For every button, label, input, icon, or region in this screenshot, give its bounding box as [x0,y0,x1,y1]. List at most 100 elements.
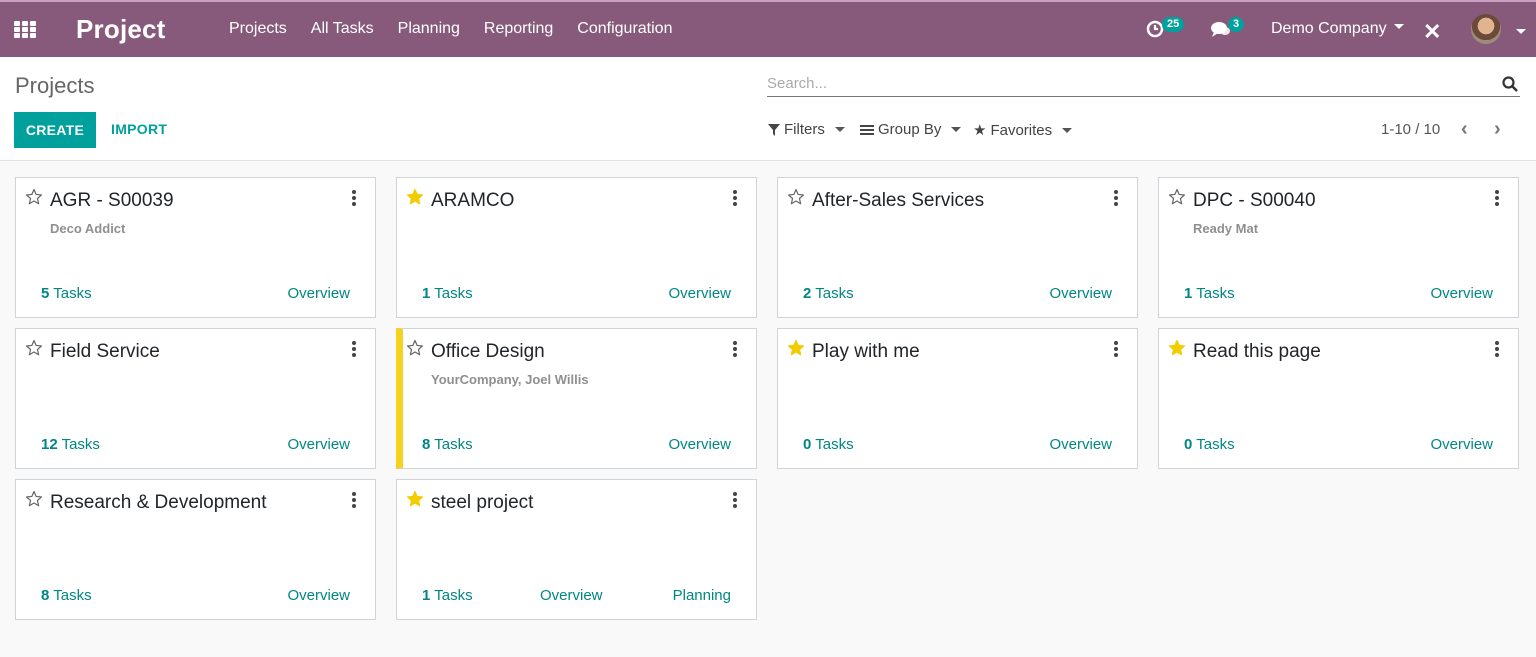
menu-configuration[interactable]: Configuration [577,20,672,38]
project-title: After-Sales Services [812,190,985,211]
activity-count-badge: 25 [1162,17,1185,32]
company-name: Demo Company [1271,20,1387,37]
chevron-down-icon[interactable] [1516,29,1526,34]
favorite-star-icon[interactable] [787,188,805,206]
tasks-link[interactable]: 2 Tasks [803,285,854,302]
tasks-label: Tasks [61,436,100,453]
message-count-badge: 3 [1228,17,1245,32]
favorite-star-icon[interactable] [25,490,43,508]
tasks-label: Tasks [815,436,854,453]
pager-previous-icon[interactable]: ‹ [1461,118,1468,141]
tasks-count: 5 [41,285,50,302]
tasks-label: Tasks [53,285,92,302]
tasks-label: Tasks [434,285,473,302]
overview-link[interactable]: Overview [1049,285,1112,302]
favorite-star-icon[interactable] [1168,339,1186,357]
breadcrumb: Projects [15,73,95,98]
menu-projects[interactable]: Projects [229,20,287,38]
groupby-dropdown[interactable]: Group By [860,121,962,138]
avatar[interactable] [1471,14,1501,44]
overview-link[interactable]: Overview [1049,436,1112,453]
card-menu-icon[interactable] [1113,190,1119,206]
search-icon[interactable] [1502,76,1518,92]
overview-link[interactable]: Overview [668,285,731,302]
tasks-link[interactable]: 8 Tasks [41,587,92,604]
overview-link[interactable]: Overview [540,587,603,604]
project-card[interactable]: Field Service 12 Tasks Overview [15,328,376,469]
overview-link[interactable]: Overview [287,587,350,604]
planning-link[interactable]: Planning [673,587,731,604]
project-card[interactable]: Read this page 0 Tasks Overview [1158,328,1519,469]
project-customer: YourCompany, Joel Willis [431,372,589,387]
tasks-link[interactable]: 0 Tasks [1184,436,1235,453]
card-menu-icon[interactable] [1113,341,1119,357]
pager-next-icon[interactable]: › [1494,118,1501,141]
project-title: Play with me [812,341,920,362]
groupby-label: Group By [878,121,942,138]
favorites-label: Favorites [990,121,1053,139]
project-card[interactable]: Play with me 0 Tasks Overview [777,328,1138,469]
card-menu-icon[interactable] [1494,190,1500,206]
project-card[interactable]: steel project 1 Tasks Overview Planning [396,479,757,620]
overview-link[interactable]: Overview [287,436,350,453]
filter-icon [768,123,780,136]
app-title[interactable]: Project [76,14,166,45]
project-card[interactable]: DPC - S00040 Ready Mat 1 Tasks Overview [1158,177,1519,318]
card-menu-icon[interactable] [351,341,357,357]
card-menu-icon[interactable] [351,190,357,206]
card-menu-icon[interactable] [1494,341,1500,357]
card-menu-icon[interactable] [732,492,738,508]
project-title: AGR - S00039 [50,190,174,211]
tasks-link[interactable]: 1 Tasks [1184,285,1235,302]
favorite-star-icon[interactable] [787,339,805,357]
project-title: Office Design [431,341,545,362]
menu-planning[interactable]: Planning [398,20,460,38]
menu-reporting[interactable]: Reporting [484,20,553,38]
tasks-label: Tasks [1196,285,1235,302]
import-button[interactable]: IMPORT [111,121,167,137]
tasks-count: 0 [1184,436,1193,453]
overview-link[interactable]: Overview [1430,436,1493,453]
filters-dropdown[interactable]: Filters [768,121,845,138]
tasks-link[interactable]: 0 Tasks [803,436,854,453]
create-button[interactable]: CREATE [14,112,96,148]
project-title: DPC - S00040 [1193,190,1316,211]
project-card[interactable]: Office Design YourCompany, Joel Willis 8 T… [396,328,757,469]
favorite-star-icon[interactable] [25,339,43,357]
overview-link[interactable]: Overview [287,285,350,302]
favorite-star-icon[interactable] [406,490,424,508]
overview-link[interactable]: Overview [1430,285,1493,302]
card-menu-icon[interactable] [732,341,738,357]
card-menu-icon[interactable] [351,492,357,508]
favorite-star-icon[interactable] [406,188,424,206]
overview-link[interactable]: Overview [668,436,731,453]
debug-tools-icon[interactable]: ✕ [1423,19,1441,45]
tasks-link[interactable]: 5 Tasks [41,285,92,302]
tasks-link[interactable]: 12 Tasks [41,436,100,453]
company-switcher[interactable]: Demo Company [1271,20,1404,38]
pager-value[interactable]: 1-10 / 10 [1381,121,1440,138]
tasks-count: 1 [1184,285,1193,302]
apps-menu-icon[interactable] [14,21,36,39]
project-card[interactable]: ARAMCO 1 Tasks Overview [396,177,757,318]
tasks-link[interactable]: 8 Tasks [422,436,473,453]
project-card[interactable]: Research & Development 8 Tasks Overview [15,479,376,620]
star-icon: ★ [973,122,987,139]
favorites-dropdown[interactable]: ★ Favorites [973,121,1073,139]
tasks-count: 1 [422,587,431,604]
project-title: ARAMCO [431,190,515,211]
project-customer: Ready Mat [1193,221,1259,236]
tasks-link[interactable]: 1 Tasks [422,285,473,302]
menu-all-tasks[interactable]: All Tasks [311,20,374,38]
card-menu-icon[interactable] [732,190,738,206]
project-card[interactable]: After-Sales Services 2 Tasks Overview [777,177,1138,318]
filters-label: Filters [784,121,825,138]
favorite-star-icon[interactable] [406,339,424,357]
search-input[interactable] [767,71,1520,97]
control-panel: Projects CREATE IMPORT Filters Group By … [0,57,1536,161]
top-navbar: Project Projects All Tasks Planning Repo… [0,0,1536,57]
favorite-star-icon[interactable] [1168,188,1186,206]
project-card[interactable]: AGR - S00039 Deco Addict 5 Tasks Overview [15,177,376,318]
favorite-star-icon[interactable] [25,188,43,206]
tasks-link[interactable]: 1 Tasks [422,587,473,604]
